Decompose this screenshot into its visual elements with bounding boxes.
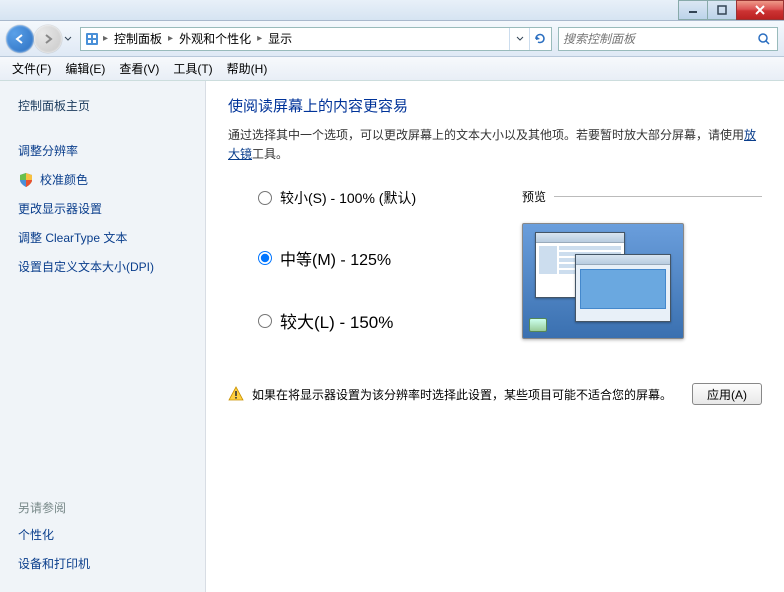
arrow-left-icon	[13, 32, 27, 46]
search-icon[interactable]	[755, 32, 773, 46]
nav-history-dropdown[interactable]	[62, 35, 74, 43]
window-titlebar	[0, 0, 784, 21]
desc-text-after: 工具。	[252, 147, 288, 161]
minimize-icon	[688, 5, 698, 15]
body: 控制面板主页 调整分辨率 校准颜色 更改显示器设置 调整 ClearType 文…	[0, 81, 784, 592]
apply-button[interactable]: 应用(A)	[692, 383, 762, 405]
preview-heading: 预览	[518, 188, 762, 205]
preview-image	[522, 223, 684, 339]
maximize-button[interactable]	[707, 0, 737, 20]
control-panel-icon	[83, 30, 101, 48]
sidebar-item-label: 个性化	[18, 526, 54, 543]
sidebar-link-display-settings[interactable]: 更改显示器设置	[18, 200, 193, 217]
option-label: 中等(M) - 125%	[280, 246, 391, 270]
breadcrumb-appearance[interactable]: 外观和个性化	[175, 28, 255, 50]
forward-button[interactable]	[34, 25, 62, 53]
chevron-down-icon	[64, 35, 72, 43]
refresh-icon	[533, 32, 547, 46]
warning-row: 如果在将显示器设置为该分辨率时选择此设置，某些项目可能不适合您的屏幕。 应用(A…	[228, 383, 762, 405]
preview-window-front	[575, 254, 671, 322]
arrow-right-icon	[41, 32, 55, 46]
breadcrumb-sep: ▸	[166, 33, 175, 44]
refresh-button[interactable]	[529, 28, 549, 50]
see-also-heading: 另请参阅	[18, 499, 193, 516]
radio-small[interactable]	[258, 191, 272, 205]
sidebar-link-resolution[interactable]: 调整分辨率	[18, 142, 193, 159]
page-title: 使阅读屏幕上的内容更容易	[228, 95, 762, 116]
option-label: 较小(S) - 100% (默认)	[280, 188, 416, 208]
breadcrumb-control-panel[interactable]: 控制面板	[110, 28, 166, 50]
chevron-down-icon	[516, 35, 524, 43]
address-dropdown[interactable]	[509, 28, 529, 50]
warning-text: 如果在将显示器设置为该分辨率时选择此设置，某些项目可能不适合您的屏幕。	[252, 386, 672, 403]
preview-label-text: 预览	[522, 188, 546, 205]
page-description: 通过选择其中一个选项，可以更改屏幕上的文本大小以及其他项。若要暂时放大部分屏幕，…	[228, 126, 762, 164]
sidebar-item-label: 调整分辨率	[18, 142, 78, 159]
see-also-devices[interactable]: 设备和打印机	[18, 555, 193, 572]
sidebar-item-label: 更改显示器设置	[18, 200, 102, 217]
back-button[interactable]	[6, 25, 34, 53]
menu-help[interactable]: 帮助(H)	[221, 58, 274, 79]
sidebar-item-label: 设置自定义文本大小(DPI)	[18, 258, 154, 275]
maximize-icon	[717, 5, 727, 15]
menu-edit[interactable]: 编辑(E)	[59, 58, 111, 79]
see-also-personalization[interactable]: 个性化	[18, 526, 193, 543]
content-pane: 使阅读屏幕上的内容更容易 通过选择其中一个选项，可以更改屏幕上的文本大小以及其他…	[206, 81, 784, 592]
sidebar-link-custom-dpi[interactable]: 设置自定义文本大小(DPI)	[18, 258, 193, 275]
option-large[interactable]: 较大(L) - 150%	[258, 308, 518, 333]
search-box[interactable]	[558, 27, 778, 51]
option-medium[interactable]: 中等(M) - 125%	[258, 246, 518, 270]
radio-large[interactable]	[258, 314, 272, 328]
sidebar-item-label: 设备和打印机	[18, 555, 90, 572]
menu-tools[interactable]: 工具(T)	[167, 58, 218, 79]
shield-icon	[18, 172, 34, 188]
desc-text: 通过选择其中一个选项，可以更改屏幕上的文本大小以及其他项。若要暂时放大部分屏幕，…	[228, 128, 744, 142]
close-icon	[754, 4, 766, 16]
sidebar-home[interactable]: 控制面板主页	[18, 97, 193, 114]
preview-desktop-icon	[529, 318, 547, 332]
breadcrumb-display[interactable]: 显示	[264, 28, 296, 50]
breadcrumb-sep: ▸	[101, 33, 110, 44]
option-label: 较大(L) - 150%	[280, 308, 393, 333]
sidebar-link-cleartype[interactable]: 调整 ClearType 文本	[18, 229, 193, 246]
divider	[554, 196, 762, 197]
close-button[interactable]	[736, 0, 784, 20]
sidebar-item-label: 校准颜色	[40, 171, 88, 188]
nav-arrows	[6, 25, 74, 53]
sidebar: 控制面板主页 调整分辨率 校准颜色 更改显示器设置 调整 ClearType 文…	[0, 81, 206, 592]
breadcrumb-sep: ▸	[255, 33, 264, 44]
address-bar[interactable]: ▸ 控制面板 ▸ 外观和个性化 ▸ 显示	[80, 27, 552, 51]
preview-area: 预览	[518, 188, 762, 339]
navigation-bar: ▸ 控制面板 ▸ 外观和个性化 ▸ 显示	[0, 21, 784, 57]
warning-icon	[228, 386, 244, 402]
menu-file[interactable]: 文件(F)	[6, 58, 57, 79]
sidebar-item-label: 调整 ClearType 文本	[18, 229, 127, 246]
radio-medium[interactable]	[258, 251, 272, 265]
option-small[interactable]: 较小(S) - 100% (默认)	[258, 188, 518, 208]
search-input[interactable]	[563, 32, 755, 46]
minimize-button[interactable]	[678, 0, 708, 20]
menu-view[interactable]: 查看(V)	[113, 58, 165, 79]
menu-bar: 文件(F) 编辑(E) 查看(V) 工具(T) 帮助(H)	[0, 57, 784, 81]
size-options: 较小(S) - 100% (默认) 中等(M) - 125% 较大(L) - 1…	[228, 188, 518, 339]
sidebar-link-calibrate[interactable]: 校准颜色	[18, 171, 193, 188]
